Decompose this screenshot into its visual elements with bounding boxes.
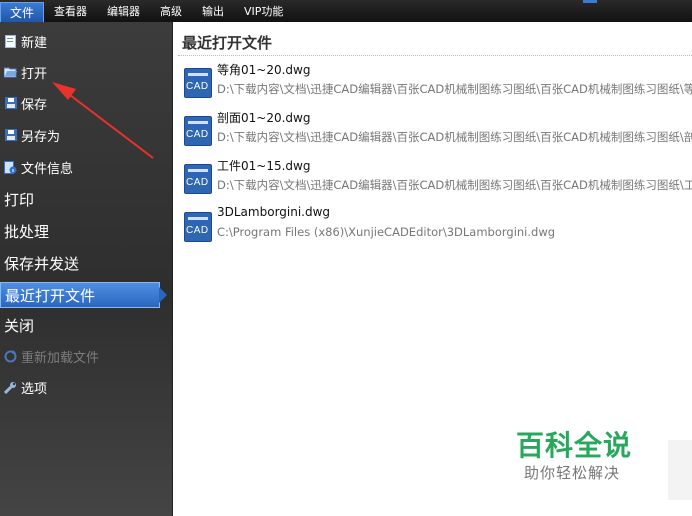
sidebar-item-save[interactable]: 保存 — [0, 90, 168, 116]
sidebar-item-file-info[interactable]: 文件信息 — [0, 154, 168, 180]
sidebar-item-label: 最近打开文件 — [5, 286, 96, 305]
file-path: D:\下载内容\文档\迅捷CAD编辑器\百张CAD机械制图练习图纸\百张CAD机… — [217, 82, 692, 96]
sidebar-item-save-as[interactable]: 另存为 — [0, 122, 168, 148]
sidebar-item-print[interactable]: 打印 — [0, 186, 168, 212]
sidebar-item-open[interactable]: 打开 — [0, 59, 168, 85]
file-menu-sidebar: 新建 打开 保存 另存为 文件信息 打印 批处理 保存并发送 最近打开文件 关闭 — [0, 22, 173, 516]
sidebar-item-label: 关闭 — [4, 316, 35, 335]
sidebar-item-label: 打开 — [21, 66, 48, 82]
divider — [178, 55, 692, 56]
sidebar-item-close[interactable]: 关闭 — [0, 312, 168, 338]
tab-file[interactable]: 文件 — [0, 2, 45, 22]
sidebar-item-reload[interactable]: 重新加载文件 — [0, 343, 168, 369]
sidebar-item-recent-files[interactable]: 最近打开文件 — [0, 282, 167, 308]
page-title: 最近打开文件 — [182, 34, 273, 52]
menu-bar: 文件 查看器 编辑器 高级 输出 VIP功能 — [0, 0, 692, 22]
sidebar-item-save-and-send[interactable]: 保存并发送 — [0, 250, 168, 276]
sidebar-item-options[interactable]: 选项 — [0, 374, 168, 400]
sidebar-item-batch[interactable]: 批处理 — [0, 218, 168, 244]
cad-file-icon: CAD — [184, 68, 212, 98]
file-name: 3DLamborgini.dwg — [217, 205, 331, 219]
sidebar-item-label: 选项 — [21, 381, 48, 397]
watermark-subtitle: 助你轻松解决 — [524, 464, 621, 482]
tab-advanced[interactable]: 高级 — [150, 2, 192, 22]
scroll-edge — [668, 440, 692, 500]
list-item[interactable]: CAD 剖面01~20.dwg D:\下载内容\文档\迅捷CAD编辑器\百张CA… — [182, 108, 692, 152]
sidebar-item-label: 另存为 — [21, 129, 61, 145]
sidebar-item-label: 新建 — [21, 35, 48, 51]
cad-file-icon: CAD — [184, 212, 212, 242]
sidebar-item-new[interactable]: 新建 — [0, 28, 168, 54]
file-path: C:\Program Files (x86)\XunjieCADEditor\3… — [217, 225, 556, 239]
wrench-icon — [4, 381, 17, 394]
tab-output[interactable]: 输出 — [192, 2, 234, 22]
list-item[interactable]: CAD 工件01~15.dwg D:\下载内容\文档\迅捷CAD编辑器\百张CA… — [182, 156, 692, 200]
file-name: 工件01~15.dwg — [217, 159, 311, 173]
watermark-title: 百科全说 — [516, 429, 633, 462]
sidebar-item-label: 批处理 — [4, 222, 50, 241]
save-icon — [4, 97, 17, 110]
new-file-icon — [4, 34, 17, 48]
tab-vip[interactable]: VIP功能 — [234, 2, 293, 22]
file-name: 剖面01~20.dwg — [217, 111, 311, 125]
sidebar-item-label: 保存 — [21, 97, 48, 113]
sidebar-item-label: 重新加载文件 — [21, 350, 100, 366]
tab-editor[interactable]: 编辑器 — [97, 2, 150, 22]
sidebar-item-label: 文件信息 — [21, 161, 74, 177]
file-path: D:\下载内容\文档\迅捷CAD编辑器\百张CAD机械制图练习图纸\百张CAD机… — [217, 178, 692, 192]
file-info-icon — [4, 160, 17, 174]
cad-file-icon: CAD — [184, 116, 212, 146]
window-control-fragment — [583, 0, 597, 3]
save-as-icon — [4, 129, 17, 142]
file-name: 等角01~20.dwg — [217, 63, 311, 77]
sidebar-item-label: 打印 — [4, 190, 35, 209]
list-item[interactable]: CAD 3DLamborgini.dwg C:\Program Files (x… — [182, 204, 692, 248]
tab-viewer[interactable]: 查看器 — [44, 2, 97, 22]
folder-open-icon — [4, 66, 17, 79]
list-item[interactable]: CAD 等角01~20.dwg D:\下载内容\文档\迅捷CAD编辑器\百张CA… — [182, 60, 692, 104]
file-path: D:\下载内容\文档\迅捷CAD编辑器\百张CAD机械制图练习图纸\百张CAD机… — [217, 130, 692, 144]
cad-file-icon: CAD — [184, 164, 212, 194]
reload-icon — [4, 349, 17, 363]
sidebar-item-label: 保存并发送 — [4, 254, 80, 273]
